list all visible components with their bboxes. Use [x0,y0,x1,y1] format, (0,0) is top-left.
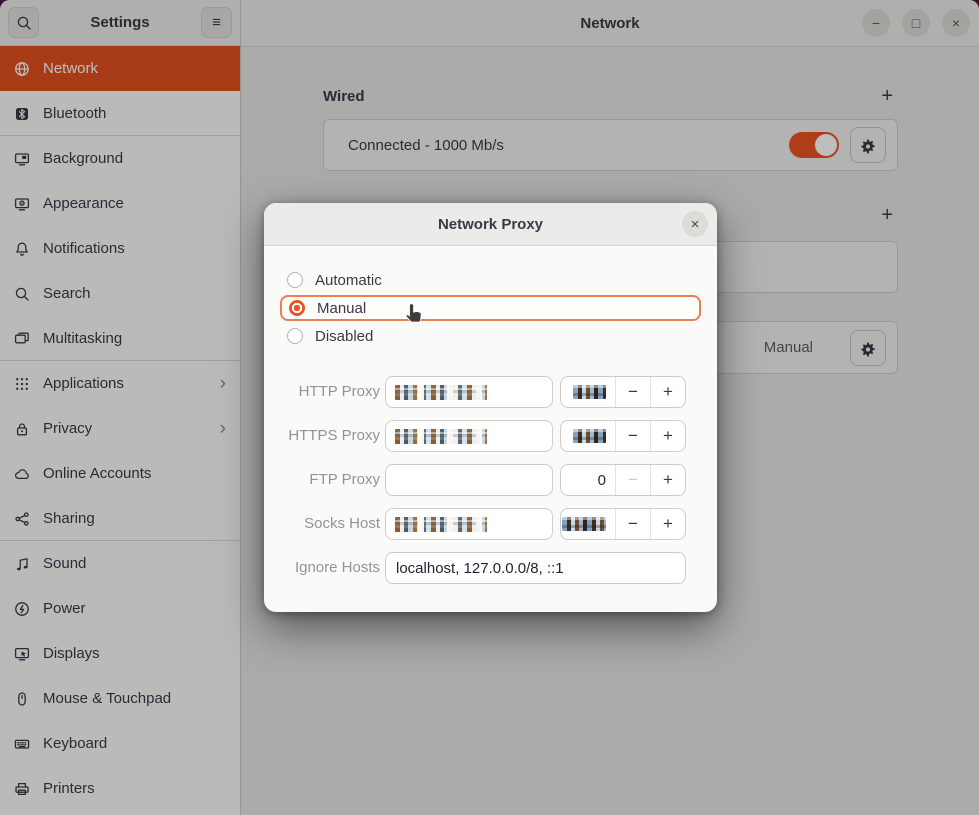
redacted-host-value [395,517,487,532]
radio-automatic[interactable]: Automatic [280,267,701,293]
ftp-port-spinner[interactable]: 0 − + [560,464,686,496]
field-label: Ignore Hosts [280,552,380,584]
radio-checked-icon [289,300,305,316]
radio-label: Manual [317,300,366,317]
dialog-headerbar: Network Proxy × [264,203,717,246]
field-label: Socks Host [280,508,380,540]
https-proxy-input[interactable] [385,420,553,452]
dialog-close-button[interactable]: × [682,211,708,237]
radio-disabled[interactable]: Disabled [280,323,701,349]
screen: Settings ≡ Network Bluetooth Background [0,0,979,815]
close-icon: × [691,216,700,233]
socks-port-spinner[interactable]: − + [560,508,686,540]
field-label: FTP Proxy [280,464,380,496]
radio-label: Disabled [315,328,373,345]
socks-host-input[interactable] [385,508,553,540]
radio-label: Automatic [315,272,382,289]
http-port-spinner[interactable]: − + [560,376,686,408]
decrement-button[interactable]: − [616,509,650,539]
https-port-spinner[interactable]: − + [560,420,686,452]
increment-button[interactable]: + [651,509,685,539]
port-value: 0 [561,465,615,495]
network-proxy-dialog: Network Proxy × Automatic Manual Disable… [264,203,717,612]
port-value [561,377,615,407]
port-value [561,509,615,539]
increment-button[interactable]: + [651,421,685,451]
hand-cursor [402,301,428,329]
ignore-hosts-input[interactable] [385,552,686,584]
redacted-port-value [573,385,606,399]
redacted-port-value [573,429,606,443]
field-label: HTTP Proxy [280,376,380,408]
port-value [561,421,615,451]
dialog-title: Network Proxy [438,216,543,233]
http-proxy-input[interactable] [385,376,553,408]
field-label: HTTPS Proxy [280,420,380,452]
dialog-body: Automatic Manual Disabled HTTP Proxy − [264,246,717,612]
increment-button[interactable]: + [651,377,685,407]
increment-button[interactable]: + [651,465,685,495]
decrement-button[interactable]: − [616,421,650,451]
redacted-host-value [395,385,487,400]
decrement-button: − [616,465,650,495]
ftp-proxy-input[interactable] [385,464,553,496]
radio-manual[interactable]: Manual [280,295,701,321]
redacted-host-value [395,429,487,444]
radio-icon [287,272,303,288]
radio-icon [287,328,303,344]
decrement-button[interactable]: − [616,377,650,407]
redacted-port-value [562,517,606,531]
